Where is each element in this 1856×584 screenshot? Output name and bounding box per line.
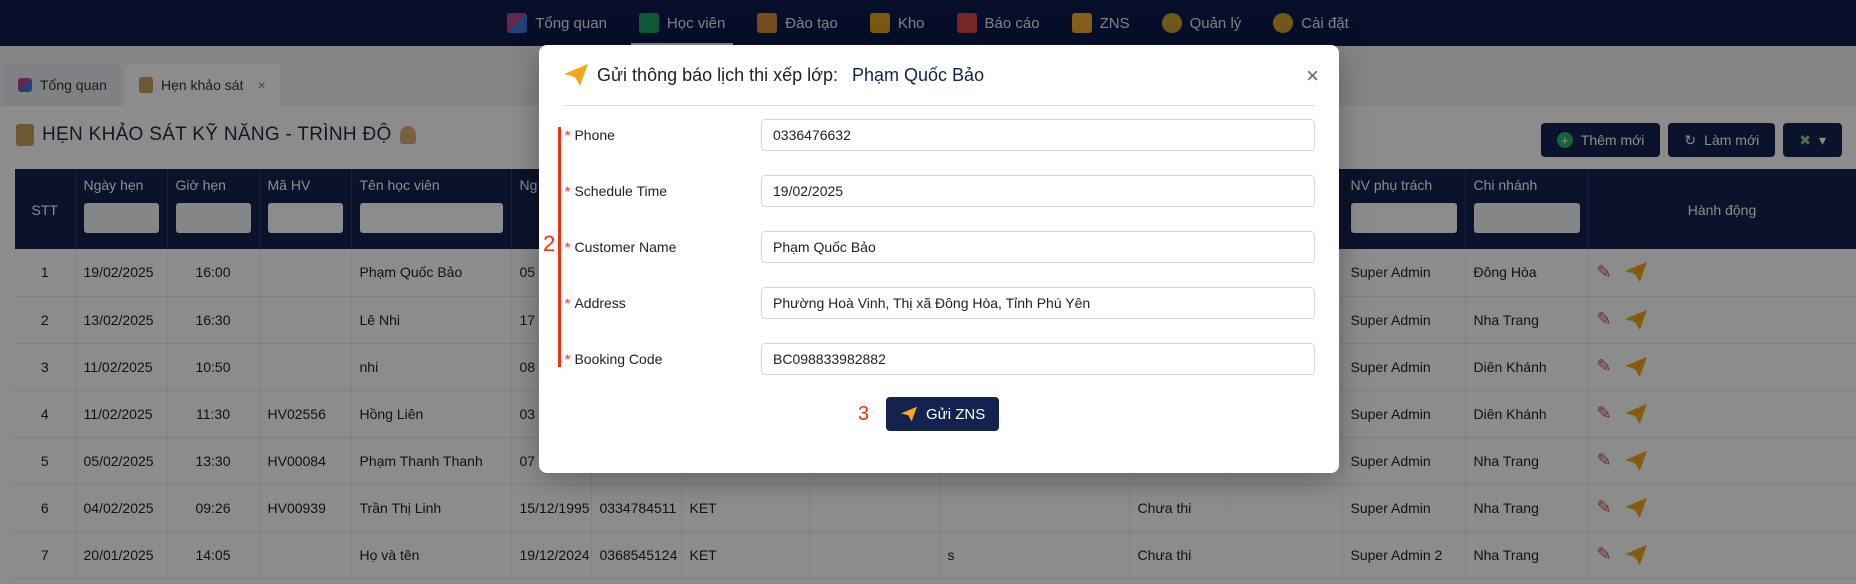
paper-plane-icon xyxy=(564,64,588,86)
customer-name-row: * Customer Name Phạm Quốc Bảo xyxy=(563,230,1315,264)
booking-code-input[interactable]: BC098833982882 xyxy=(761,343,1315,375)
send-zns-button[interactable]: Gửi ZNS xyxy=(886,397,1000,431)
schedule-time-input[interactable]: 19/02/2025 xyxy=(761,175,1315,207)
phone-row: * Phone 0336476632 xyxy=(563,118,1315,152)
customer-name-label: * Customer Name xyxy=(565,239,677,255)
annotation-bracket xyxy=(558,127,561,367)
send-zns-modal: Gửi thông báo lịch thi xếp lớp: Phạm Quốc… xyxy=(539,45,1339,473)
annotation-number-3: 3 xyxy=(858,403,870,425)
annotation-number-2: 2 xyxy=(543,231,556,256)
booking-code-row: * Booking Code BC098833982882 xyxy=(563,342,1315,376)
paper-plane-icon xyxy=(901,406,917,422)
phone-input[interactable]: 0336476632 xyxy=(761,119,1315,151)
customer-name-input[interactable]: Phạm Quốc Bảo xyxy=(761,231,1315,263)
modal-title: Gửi thông báo lịch thi xếp lớp: Phạm Quốc… xyxy=(563,63,984,87)
phone-label: * Phone xyxy=(565,127,615,143)
address-row: * Address Phường Hoà Vinh, Thị xã Đông Hòa… xyxy=(563,286,1315,320)
schedule-time-label: * Schedule Time xyxy=(565,183,668,199)
close-icon[interactable]: × xyxy=(1306,63,1319,89)
booking-code-label: * Booking Code xyxy=(565,351,663,367)
address-input[interactable]: Phường Hoà Vinh, Thị xã Đông Hòa, Tỉnh P… xyxy=(761,287,1315,319)
schedule-time-row: * Schedule Time 19/02/2025 xyxy=(563,174,1315,208)
divider xyxy=(563,105,1315,106)
address-label: * Address xyxy=(565,295,626,311)
